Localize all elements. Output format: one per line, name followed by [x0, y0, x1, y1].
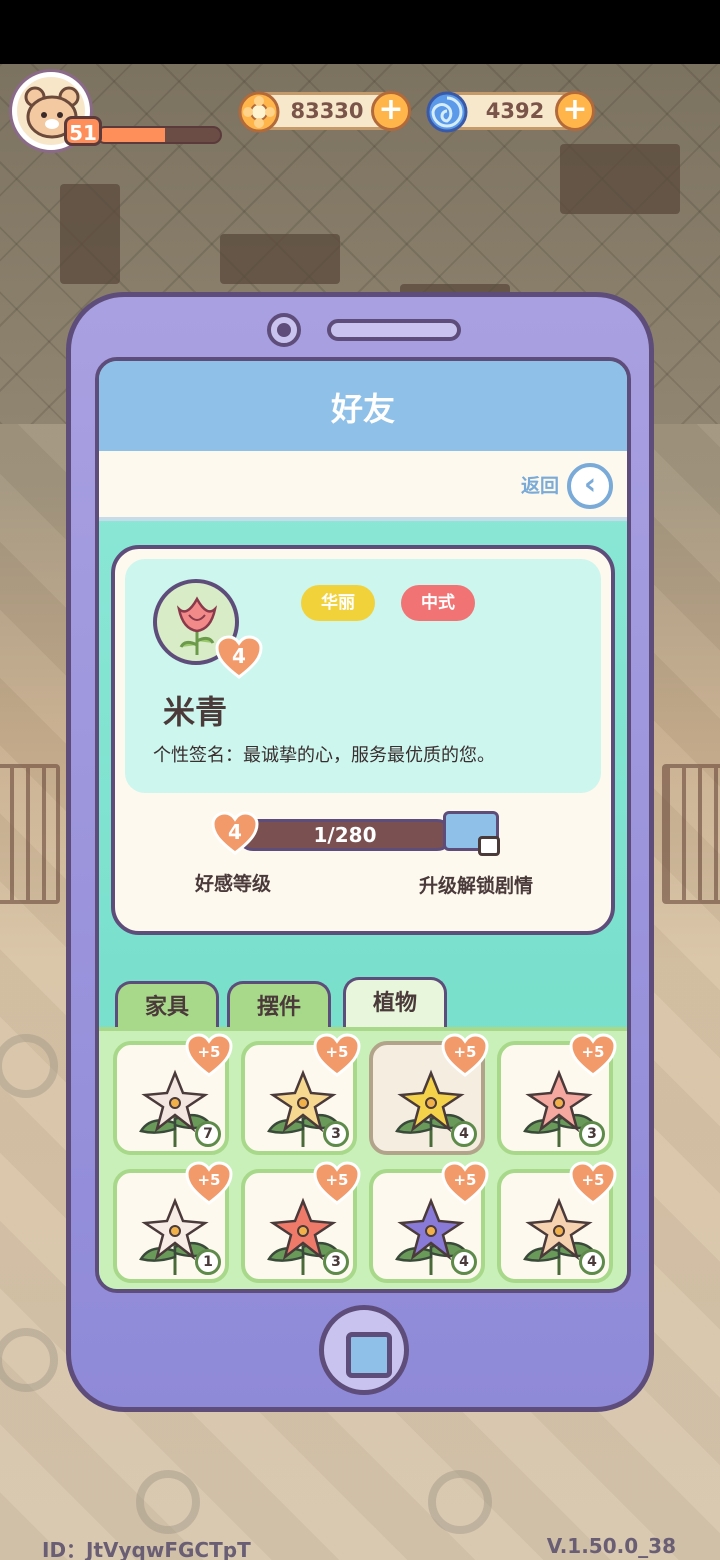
affection-level-heart: 4 [211, 811, 259, 855]
item-bonus-value: +5 [197, 1171, 221, 1189]
tab-furniture[interactable]: 家具 [115, 981, 219, 1031]
sun-decor-icon [136, 1470, 200, 1534]
phone-speaker [327, 319, 461, 341]
affection-progress-bar: 1/280 [237, 819, 453, 851]
plant-item-card[interactable]: +5 3 [241, 1161, 361, 1283]
item-bonus-badge: +5 [185, 1161, 233, 1205]
affection-heart-badge: 4 [215, 635, 263, 679]
profile-info: 4 华丽 中式 米青 个性签名：最诚挚的心，服务最优质的您。 [125, 559, 601, 793]
add-gold-button[interactable]: + [371, 91, 411, 131]
item-count: 4 [451, 1121, 477, 1147]
plant-item-card[interactable]: +5 3 [497, 1033, 617, 1155]
screen-title: 好友 [99, 361, 627, 451]
item-bonus-badge: +5 [185, 1033, 233, 1077]
item-bonus-value: +5 [581, 1171, 605, 1189]
affection-level-value: 4 [228, 820, 242, 844]
item-bonus-badge: +5 [313, 1161, 361, 1205]
tab-plants[interactable]: 植物 [343, 977, 447, 1031]
signature-label: 个性签名： [153, 745, 243, 766]
item-count: 3 [579, 1121, 605, 1147]
item-bonus-value: +5 [581, 1043, 605, 1061]
plant-item-card[interactable]: +5 4 [369, 1161, 489, 1283]
item-bonus-value: +5 [325, 1043, 349, 1061]
add-gem-button[interactable]: + [555, 91, 595, 131]
status-bar [0, 0, 720, 64]
plant-item-card[interactable]: +5 4 [497, 1161, 617, 1283]
gem-amount: 4392 [485, 99, 545, 123]
back-button[interactable]: ‹ [567, 463, 613, 509]
item-bonus-badge: +5 [441, 1161, 489, 1205]
sun-decor-icon [428, 1470, 492, 1534]
sun-decor-icon [0, 1328, 58, 1392]
item-bonus-value: +5 [453, 1043, 477, 1061]
railing [0, 764, 60, 904]
back-label[interactable]: 返回 [521, 471, 559, 498]
plant-item-card[interactable]: +5 3 [241, 1033, 361, 1155]
room-furniture [560, 144, 680, 214]
plant-item-card[interactable]: +5 7 [113, 1033, 233, 1155]
unlock-story-label: 升级解锁剧情 [419, 875, 534, 897]
items-panel: +5 7 +5 3 +5 4 +5 3 +5 1 +5 3 +5 4 +5 4 [99, 1027, 627, 1289]
home-button[interactable] [319, 1305, 409, 1395]
sun-decor-icon [0, 1034, 58, 1098]
friend-screen: 好友 返回 ‹ 4 华丽 中式 米青 个性签名：最诚挚的心，服务最优质的您。 1… [95, 357, 631, 1293]
back-strip: 返回 ‹ [99, 451, 627, 521]
item-bonus-value: +5 [325, 1171, 349, 1189]
exp-progress-fill [98, 128, 166, 142]
item-count: 7 [195, 1121, 221, 1147]
phone-frame: 好友 返回 ‹ 4 华丽 中式 米青 个性签名：最诚挚的心，服务最优质的您。 1… [66, 292, 654, 1412]
item-count: 4 [579, 1249, 605, 1275]
tag-style: 华丽 [301, 585, 375, 621]
railing [662, 764, 720, 904]
lock-icon [478, 836, 500, 856]
player-level-badge: 51 [64, 116, 102, 146]
exp-progress-bar [96, 126, 222, 144]
tag-theme: 中式 [401, 585, 475, 621]
plant-item-card[interactable]: +5 4 [369, 1033, 489, 1155]
room-furniture [60, 184, 120, 284]
phone-camera [267, 313, 301, 347]
item-count: 3 [323, 1121, 349, 1147]
gold-amount: 83330 [290, 99, 364, 123]
item-bonus-value: +5 [453, 1171, 477, 1189]
swirl-gem-icon [426, 91, 468, 133]
chevron-left-icon: ‹ [583, 467, 597, 502]
item-count: 4 [451, 1249, 477, 1275]
friend-profile-card: 4 华丽 中式 米青 个性签名：最诚挚的心，服务最优质的您。 1/280 4 好… [111, 545, 615, 935]
player-id: ID：JtVyqwFGCTpT [42, 1538, 251, 1560]
version-label: V.1.50.0_38 [546, 1534, 676, 1558]
room-furniture [220, 234, 340, 284]
item-count: 3 [323, 1249, 349, 1275]
item-bonus-badge: +5 [569, 1161, 617, 1205]
items-grid: +5 7 +5 3 +5 4 +5 3 +5 1 +5 3 +5 4 +5 4 [113, 1033, 621, 1283]
item-bonus-badge: +5 [313, 1033, 361, 1077]
friend-name: 米青 [163, 693, 228, 731]
flower-coin-icon [238, 91, 280, 133]
gold-currency: 83330 + [238, 91, 411, 133]
tab-ornaments[interactable]: 摆件 [227, 981, 331, 1031]
gem-currency: 4392 + [426, 91, 595, 133]
item-bonus-badge: +5 [569, 1033, 617, 1077]
item-count: 1 [195, 1249, 221, 1275]
item-bonus-badge: +5 [441, 1033, 489, 1077]
affection-level-number: 4 [232, 644, 246, 668]
item-bonus-value: +5 [197, 1043, 221, 1061]
plant-item-card[interactable]: +5 1 [113, 1161, 233, 1283]
story-unlock-icon[interactable] [443, 811, 500, 856]
friend-signature: 个性签名：最诚挚的心，服务最优质的您。 [153, 741, 495, 767]
affection-level-label: 好感等级 [195, 873, 272, 895]
signature-text: 最诚挚的心，服务最优质的您。 [243, 745, 495, 766]
